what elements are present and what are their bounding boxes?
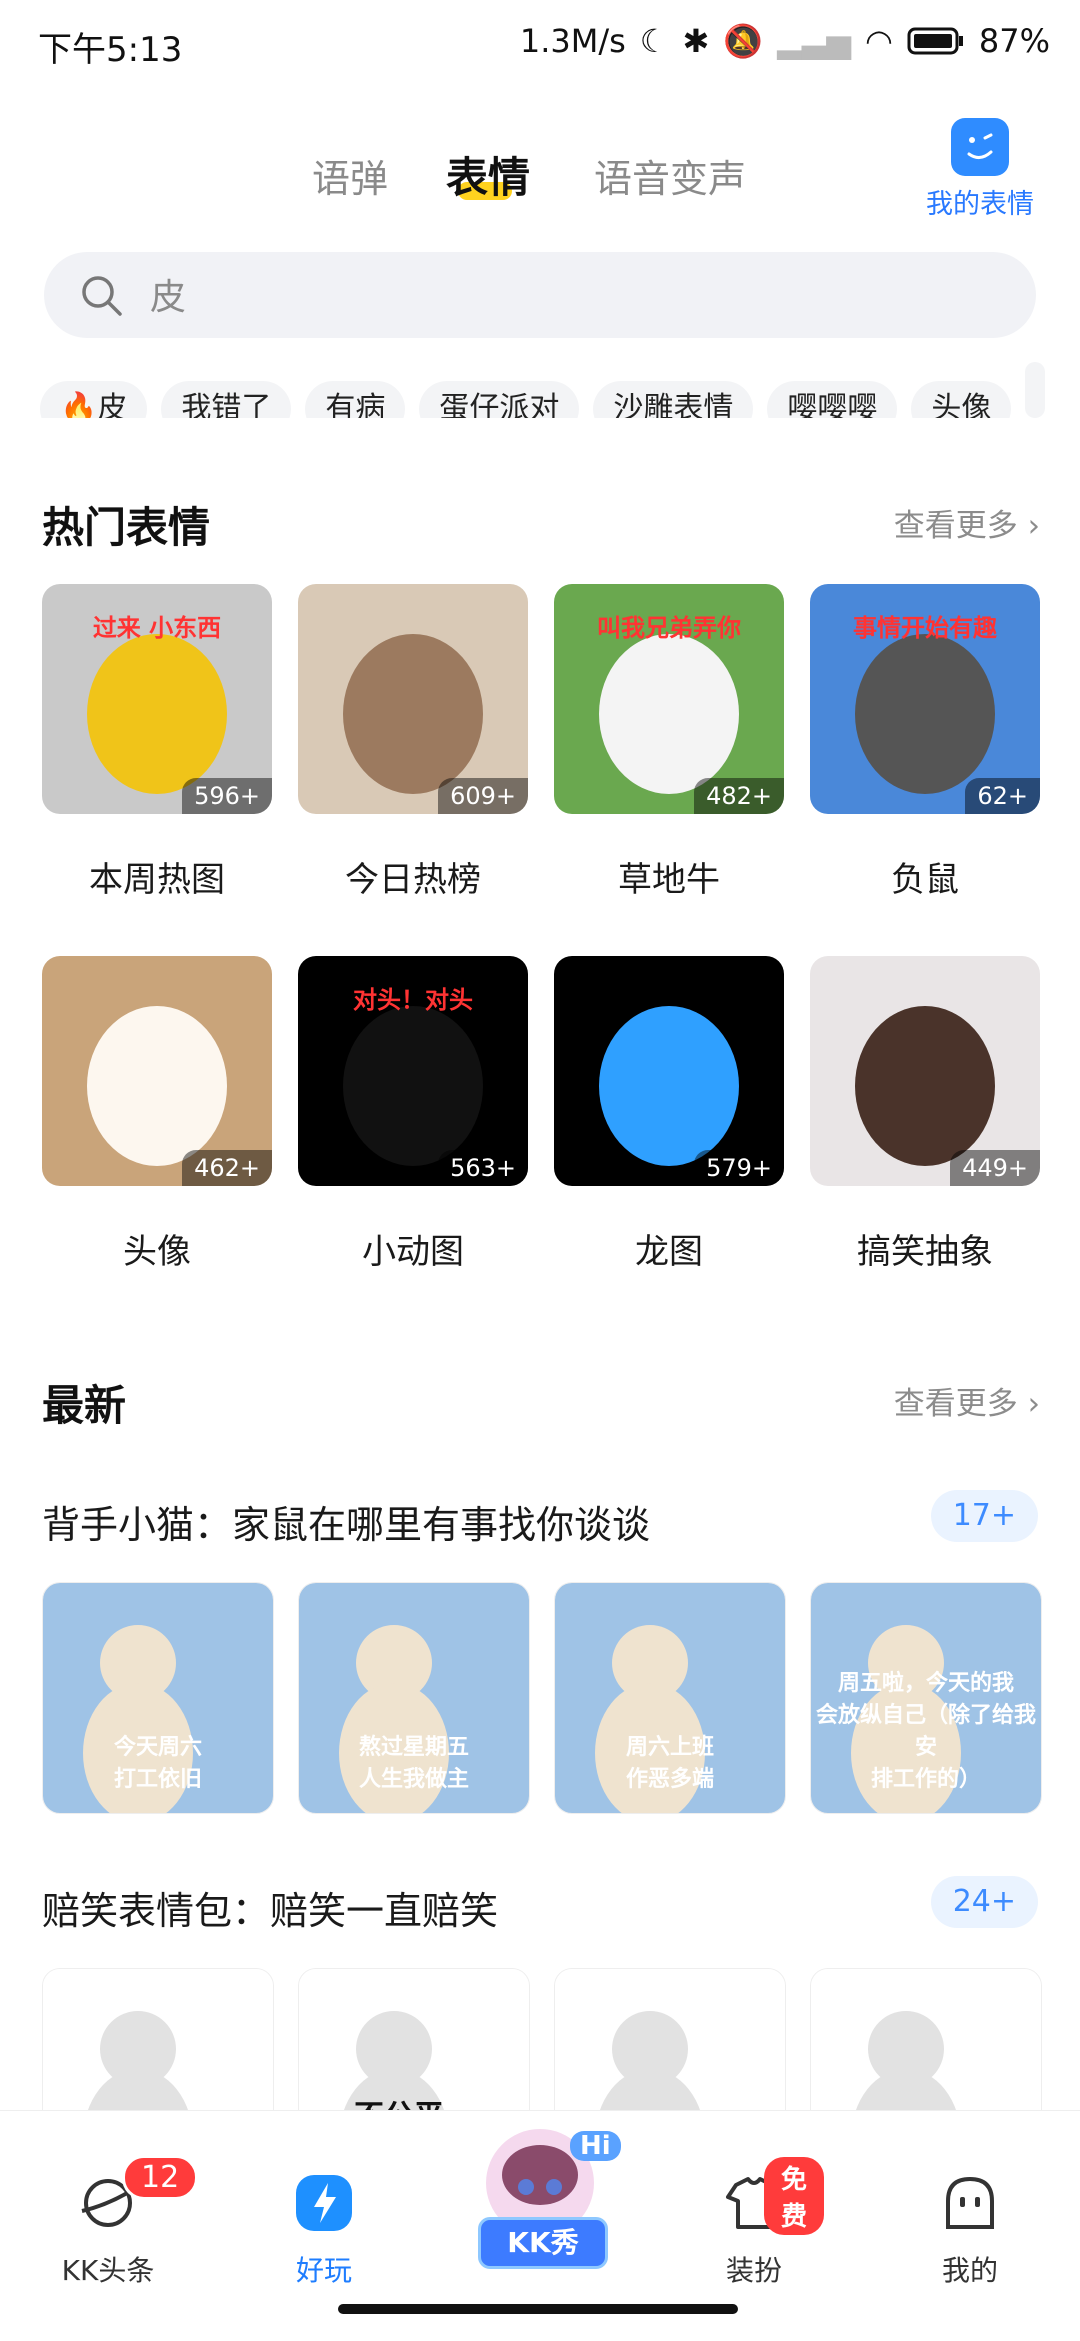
- hot-tile-label[interactable]: 小动图: [298, 1224, 528, 1273]
- nav-me[interactable]: 我的: [900, 2171, 1040, 2289]
- pack-thumbnail[interactable]: 周六上班 作恶多端: [554, 1582, 786, 1814]
- chevron-right-icon: ›: [1027, 508, 1040, 544]
- search-input[interactable]: [148, 272, 952, 315]
- chip-overflow[interactable]: [1025, 362, 1046, 418]
- nav-label: KK头条: [61, 2254, 155, 2287]
- nav-kk-show[interactable]: Hi KK秀: [470, 2125, 621, 2269]
- tab-biaoqing[interactable]: 表情: [446, 144, 530, 205]
- chip[interactable]: 有病: [305, 381, 406, 418]
- pack-title[interactable]: 背手小猫：家鼠在哪里有事找你谈谈: [42, 1494, 650, 1549]
- hot-tile-label[interactable]: 搞笑抽象: [810, 1224, 1040, 1273]
- hot-tile[interactable]: 对头！对头 563+: [298, 956, 528, 1186]
- my-emoji-button[interactable]: 我的表情: [918, 118, 1042, 221]
- network-speed: 1.3M/s: [519, 22, 626, 60]
- tile-count-badge: 482+: [694, 778, 784, 814]
- nav-fun[interactable]: 好玩: [254, 2171, 394, 2289]
- nav-dress-up[interactable]: 装扮 免费: [684, 2157, 824, 2289]
- pack-count-badge[interactable]: 17+: [930, 1490, 1038, 1542]
- lightning-icon: [296, 2175, 352, 2231]
- nav-label: 好玩: [295, 2254, 352, 2287]
- section-title-hot: 热门表情: [42, 503, 211, 552]
- hi-badge: Hi: [570, 2131, 621, 2161]
- pack-thumbnail[interactable]: 熬过星期五 人生我做主: [298, 1582, 530, 1814]
- free-badge: 免费: [764, 2157, 824, 2235]
- chip[interactable]: 蛋仔派对: [419, 381, 580, 418]
- nav-label: KK秀: [478, 2217, 608, 2269]
- hot-keyword-chips: 🔥皮 我错了 有病 蛋仔派对 沙雕表情 嘤嘤嘤 头像: [40, 362, 1080, 418]
- tile-caption: 过来 小东西: [92, 614, 222, 642]
- section-title-latest: 最新: [42, 1381, 127, 1430]
- latest-more-link[interactable]: 查看更多 ›: [894, 1378, 1040, 1423]
- status-icons: 1.3M/s ☾ ✱ 🔕 ▂▃▅ ◠ 87%: [520, 22, 1050, 60]
- bluetooth-icon: ✱: [682, 22, 710, 60]
- hot-tile-label[interactable]: 本周热图: [42, 852, 272, 901]
- battery-icon: [907, 26, 965, 56]
- hot-more-link[interactable]: 查看更多 ›: [894, 500, 1040, 545]
- pack-count-badge[interactable]: 24+: [930, 1876, 1038, 1928]
- tab-yudan[interactable]: 语弹: [312, 148, 388, 203]
- notification-badge: 12: [122, 2155, 199, 2200]
- sticker-caption: 今天周六 打工依旧: [113, 1735, 202, 1792]
- sticker-caption: 周五啦，今天的我 会放纵自己（除了给我安 排工作的）: [815, 1671, 1036, 1792]
- chip-hot[interactable]: 🔥皮: [40, 381, 148, 418]
- hot-tile-label[interactable]: 龙图: [554, 1224, 784, 1273]
- home-indicator: [338, 2304, 738, 2314]
- hot-tile[interactable]: 609+: [298, 584, 528, 814]
- ghost-face-icon: [946, 2176, 994, 2229]
- hot-tile[interactable]: 579+: [554, 956, 784, 1186]
- hot-tile[interactable]: 叫我兄弟弄你 482+: [554, 584, 784, 814]
- tab-voice-change[interactable]: 语音变声: [594, 148, 746, 203]
- tile-count-badge: 579+: [694, 1150, 784, 1186]
- chip[interactable]: 嘤嘤嘤: [767, 381, 898, 418]
- chip-label: 皮: [97, 391, 128, 418]
- chip[interactable]: 沙雕表情: [593, 381, 754, 418]
- signal-icon: ▂▃▅: [777, 22, 851, 60]
- chip[interactable]: 头像: [911, 381, 1012, 418]
- hot-tile[interactable]: 过来 小东西 596+: [42, 584, 272, 814]
- pack-title[interactable]: 赔笑表情包：赔笑一直赔笑: [42, 1880, 498, 1935]
- hot-tile-label[interactable]: 头像: [42, 1224, 272, 1273]
- moon-icon: ☾: [639, 22, 669, 60]
- more-label: 查看更多: [893, 1386, 1018, 1422]
- tile-count-badge: 609+: [438, 778, 528, 814]
- fire-icon: 🔥: [60, 391, 98, 418]
- sticker-caption: 周六上班 作恶多端: [625, 1735, 714, 1792]
- search-bar[interactable]: [44, 252, 1036, 338]
- chevron-right-icon: ›: [1027, 1386, 1040, 1422]
- tile-caption: 叫我兄弟弄你: [597, 614, 741, 642]
- tile-caption: 事情开始有趣: [853, 614, 997, 642]
- mute-icon: 🔕: [723, 22, 764, 60]
- hot-tile-label[interactable]: 今日热榜: [298, 852, 528, 901]
- battery-level: 87%: [978, 22, 1050, 60]
- nav-label: 装扮: [725, 2254, 782, 2287]
- tile-count-badge: 62+: [965, 778, 1040, 814]
- pack-thumbnail[interactable]: 周五啦，今天的我 会放纵自己（除了给我安 排工作的）: [810, 1582, 1042, 1814]
- hot-tile[interactable]: 462+: [42, 956, 272, 1186]
- hot-tile-label[interactable]: 草地牛: [554, 852, 784, 901]
- tile-count-badge: 596+: [182, 778, 272, 814]
- my-emoji-label: 我的表情: [926, 189, 1034, 220]
- hot-tile[interactable]: 事情开始有趣 62+: [810, 584, 1040, 814]
- nav-kk-headlines[interactable]: KK头条 12: [38, 2155, 199, 2289]
- nav-label: 我的: [941, 2254, 998, 2287]
- hot-tile-label[interactable]: 负鼠: [810, 852, 1040, 901]
- status-time: 下午5:13: [38, 30, 183, 70]
- tile-caption: 对头！对头: [353, 986, 473, 1014]
- more-label: 查看更多: [893, 508, 1018, 544]
- tile-count-badge: 563+: [438, 1150, 528, 1186]
- pack-thumbnail[interactable]: 今天周六 打工依旧: [42, 1582, 274, 1814]
- search-icon: [82, 276, 122, 316]
- hot-tile[interactable]: 449+: [810, 956, 1040, 1186]
- wifi-icon: ◠: [864, 22, 893, 60]
- tile-count-badge: 449+: [950, 1150, 1040, 1186]
- chip[interactable]: 我错了: [161, 381, 292, 418]
- smiley-face-icon: [951, 118, 1009, 176]
- tile-count-badge: 462+: [182, 1150, 272, 1186]
- sticker-caption: 熬过星期五 人生我做主: [358, 1735, 469, 1792]
